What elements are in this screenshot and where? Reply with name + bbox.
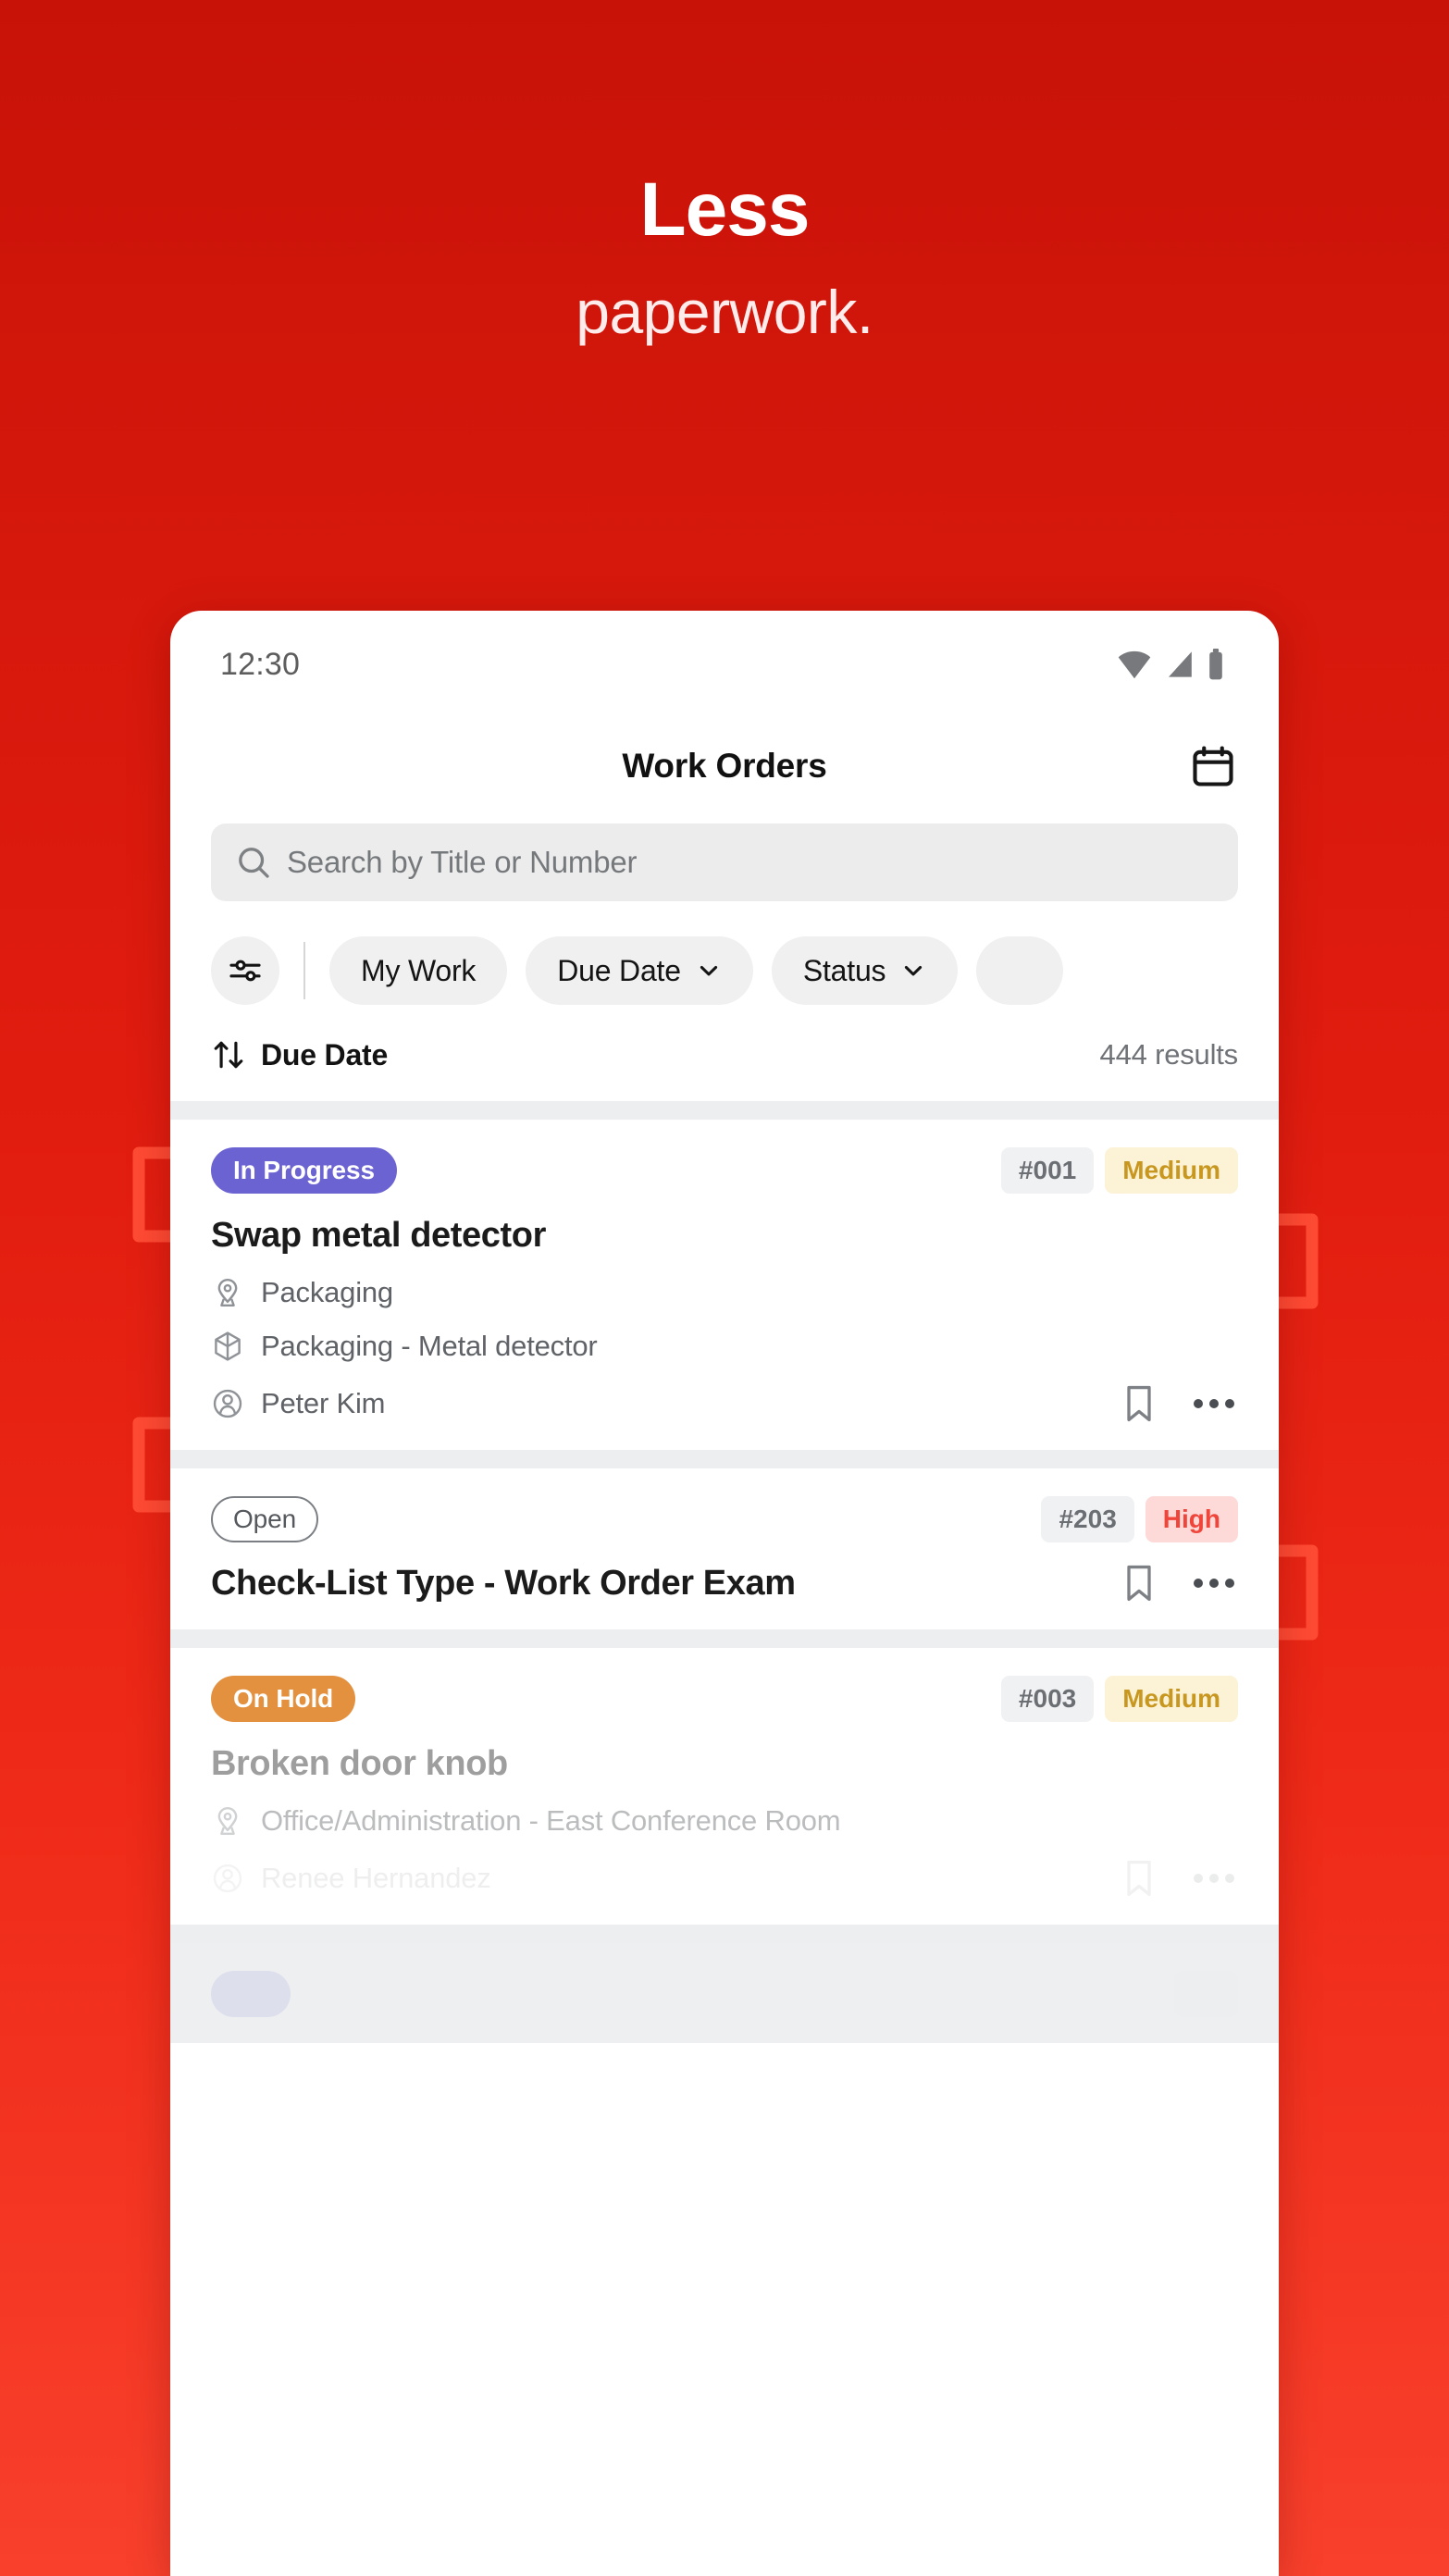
status-bar-icons	[1116, 649, 1225, 680]
user-avatar-icon	[213, 1389, 242, 1418]
bookmark-icon[interactable]	[1121, 1383, 1157, 1424]
work-order-title: Swap metal detector	[211, 1216, 546, 1255]
asset-text: Packaging - Metal detector	[261, 1330, 598, 1362]
filter-chip-overflow[interactable]	[976, 936, 1064, 1005]
filter-divider	[303, 942, 305, 999]
promo-headline-block: Less paperwork.	[0, 167, 1449, 346]
work-order-card-header: On Hold #003 Medium	[211, 1676, 1238, 1722]
work-order-assignee-row: Renee Hernandez	[211, 1858, 1238, 1899]
work-order-meta: #001 Medium	[1000, 1147, 1238, 1194]
work-order-meta	[1173, 1971, 1238, 2017]
filter-chip-label: My Work	[361, 953, 477, 987]
user-avatar-icon	[213, 1864, 242, 1893]
status-bar-time: 12:30	[220, 646, 301, 682]
status-badge: Open	[211, 1496, 319, 1542]
work-order-actions	[1121, 1383, 1238, 1424]
status-badge: On Hold	[211, 1676, 356, 1722]
chevron-down-icon	[905, 965, 923, 976]
work-order-actions	[1121, 1858, 1238, 1899]
filter-chip-my-work[interactable]: My Work	[329, 936, 508, 1005]
calendar-icon[interactable]	[1186, 739, 1240, 793]
promo-subheadline: paperwork.	[576, 278, 873, 346]
bookmark-icon[interactable]	[1121, 1858, 1157, 1899]
work-order-list: In Progress #001 Medium Swap metal detec…	[170, 1101, 1279, 2043]
filter-chip-status[interactable]: Status	[771, 936, 959, 1005]
work-order-number	[1173, 1971, 1238, 2017]
work-order-card-header	[211, 1971, 1238, 2017]
list-spacer	[170, 1101, 1279, 1120]
list-spacer	[170, 1629, 1279, 1648]
search-input[interactable]: Search by Title or Number	[211, 824, 1238, 901]
work-order-meta: #203 High	[1041, 1496, 1238, 1542]
search-section: Search by Title or Number	[170, 814, 1279, 901]
chevron-down-icon	[700, 965, 717, 976]
location-pin-icon	[217, 1279, 238, 1307]
work-order-meta: #003 Medium	[1000, 1676, 1238, 1722]
page-title: Work Orders	[622, 747, 827, 785]
assignee-text: Renee Hernandez	[261, 1862, 491, 1894]
work-order-card-header: Open #203 High	[211, 1496, 1238, 1542]
status-bar: 12:30	[170, 611, 1279, 718]
results-count: 444 results	[1099, 1038, 1239, 1071]
work-order-number: #003	[1000, 1676, 1095, 1722]
status-badge: In Progress	[211, 1147, 397, 1194]
asset-cube-icon	[215, 1331, 241, 1361]
sort-arrows-icon[interactable]	[211, 1036, 246, 1073]
work-order-asset: Packaging - Metal detector	[211, 1330, 1238, 1363]
list-spacer	[170, 1450, 1279, 1468]
work-order-card[interactable]	[170, 1943, 1279, 2043]
bookmark-icon[interactable]	[1121, 1563, 1157, 1604]
work-order-location: Packaging	[211, 1276, 1238, 1309]
work-order-card[interactable]: In Progress #001 Medium Swap metal detec…	[170, 1120, 1279, 1450]
work-order-card[interactable]: On Hold #003 Medium Broken door knob Off…	[170, 1648, 1279, 1925]
filter-chip-label: Due Date	[557, 953, 681, 987]
filter-chip-row[interactable]: My Work Due Date Status	[170, 901, 1279, 1005]
work-order-title-row: Check-List Type - Work Order Exam	[211, 1563, 1238, 1604]
list-spacer	[170, 1925, 1279, 1943]
sort-field-label: Due Date	[261, 1037, 389, 1071]
work-order-card[interactable]: Open #203 High Check-List Type - Work Or…	[170, 1468, 1279, 1629]
work-order-title: Broken door knob	[211, 1744, 508, 1783]
more-horizontal-icon[interactable]	[1194, 1579, 1234, 1588]
more-horizontal-icon[interactable]	[1194, 1874, 1234, 1883]
more-horizontal-icon[interactable]	[1194, 1399, 1234, 1408]
priority-badge: Medium	[1105, 1676, 1238, 1722]
filter-chip-label: Status	[802, 953, 886, 987]
status-badge	[211, 1971, 291, 2017]
location-pin-icon	[217, 1807, 238, 1835]
sort-row[interactable]: Due Date 444 results	[170, 1005, 1279, 1101]
priority-badge: High	[1145, 1496, 1238, 1542]
location-text: Office/Administration - East Conference …	[261, 1804, 841, 1837]
work-order-title: Check-List Type - Work Order Exam	[211, 1563, 796, 1603]
app-bar: Work Orders	[170, 718, 1279, 814]
work-order-number: #001	[1000, 1147, 1095, 1194]
search-icon	[239, 848, 269, 878]
promo-background: Less paperwork. 12:30 Work Orders Search…	[0, 0, 1449, 2576]
assignee-text: Peter Kim	[261, 1387, 386, 1419]
promo-headline: Less	[639, 167, 811, 252]
work-order-assignee-row: Peter Kim	[211, 1383, 1238, 1424]
work-order-card-header: In Progress #001 Medium	[211, 1147, 1238, 1194]
wifi-icon	[1118, 650, 1151, 679]
work-order-actions	[1121, 1563, 1238, 1604]
work-order-location: Office/Administration - East Conference …	[211, 1804, 1238, 1838]
cellular-signal-icon	[1169, 651, 1192, 677]
filter-sliders-icon[interactable]	[211, 936, 279, 1005]
filter-chip-due-date[interactable]: Due Date	[526, 936, 753, 1005]
location-text: Packaging	[261, 1276, 393, 1308]
work-order-number: #203	[1041, 1496, 1134, 1542]
search-placeholder-text: Search by Title or Number	[287, 845, 638, 879]
phone-device: 12:30 Work Orders Search by Title or Num…	[170, 611, 1279, 2576]
priority-badge: Medium	[1105, 1147, 1238, 1194]
battery-icon	[1209, 649, 1222, 680]
